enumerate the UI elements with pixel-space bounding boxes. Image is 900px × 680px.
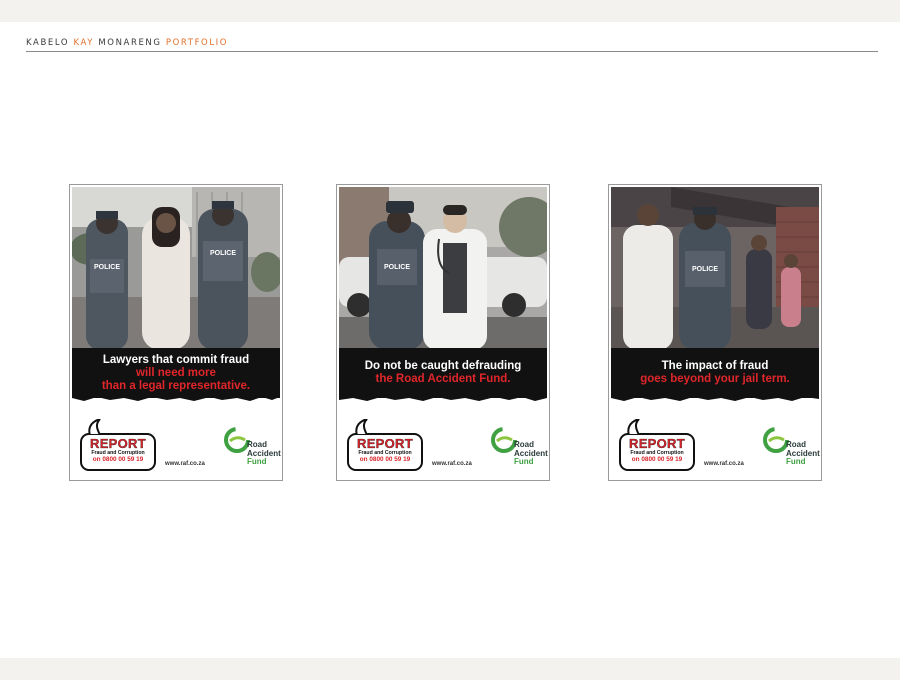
header-surname: MONARENG	[94, 38, 166, 48]
headline-line1: Lawyers that commit fraud	[102, 353, 250, 366]
report-badge: REPORT Fraud and Corruption on 0800 00 5…	[347, 419, 423, 471]
poster-photo-impact: POLICE	[611, 187, 819, 350]
headline-line1: Do not be caught defrauding	[364, 360, 522, 372]
torn-edge	[339, 394, 547, 401]
poster-defrauding: POLICE Do not be caught defrauding the R…	[336, 184, 550, 481]
speech-bubble-tail-icon	[627, 419, 641, 435]
portfolio-header: KABELO KAY MONARENG PORTFOLIO	[26, 38, 228, 48]
raf-line-fund: Fund	[247, 457, 267, 466]
raf-line-fund: Fund	[786, 457, 806, 466]
police-label: POLICE	[94, 264, 120, 271]
raf-logo: Road Accident Fund	[763, 427, 820, 471]
report-title: REPORT	[90, 436, 146, 451]
report-badge: REPORT Fraud and Corruption on 0800 00 5…	[80, 419, 156, 471]
police-label: POLICE	[384, 264, 410, 271]
headline-line2: goes beyond your jail term.	[640, 373, 790, 385]
raf-line-fund: Fund	[514, 457, 534, 466]
report-title: REPORT	[629, 436, 685, 451]
report-phone: on 0800 00 59 19	[359, 456, 411, 463]
report-badge: REPORT Fraud and Corruption on 0800 00 5…	[619, 419, 695, 471]
raf-logo: Road Accident Fund	[491, 427, 548, 471]
website-url: www.raf.co.za	[704, 461, 744, 467]
poster-lawyers: POLICE POLICE Lawyers that commit fraud …	[69, 184, 283, 481]
poster-photo-defrauding: POLICE	[339, 187, 547, 350]
headline-line2: will need more	[136, 366, 216, 379]
police-label: POLICE	[692, 266, 718, 273]
header-name: KABELO	[26, 38, 74, 48]
torn-edge	[611, 394, 819, 401]
headline-line1: The impact of fraud	[661, 360, 769, 372]
poster-photo-lawyers: POLICE POLICE	[72, 187, 280, 350]
poster-impact: POLICE The impact of fraud goes beyond y…	[608, 184, 822, 481]
speech-bubble-tail-icon	[355, 419, 369, 435]
report-title: REPORT	[357, 436, 413, 451]
report-phone: on 0800 00 59 19	[631, 456, 683, 463]
header-portfolio: PORTFOLIO	[165, 38, 229, 48]
bottom-band	[0, 658, 900, 680]
headline-line2: the Road Accident Fund.	[375, 373, 511, 385]
website-url: www.raf.co.za	[165, 461, 205, 467]
top-band	[0, 0, 900, 22]
poster-headline: Do not be caught defrauding the Road Acc…	[339, 348, 547, 398]
header-name-accent: KAY	[73, 38, 95, 48]
raf-logo: Road Accident Fund	[224, 427, 281, 471]
headline-line3: than a legal representative.	[101, 379, 251, 392]
torn-edge	[72, 394, 280, 401]
poster-headline: The impact of fraud goes beyond your jai…	[611, 348, 819, 398]
poster-headline: Lawyers that commit fraud will need more…	[72, 348, 280, 398]
police-label: POLICE	[210, 250, 236, 257]
header-rule	[26, 51, 878, 52]
report-phone: on 0800 00 59 19	[92, 456, 144, 463]
speech-bubble-tail-icon	[88, 419, 102, 435]
website-url: www.raf.co.za	[432, 461, 472, 467]
